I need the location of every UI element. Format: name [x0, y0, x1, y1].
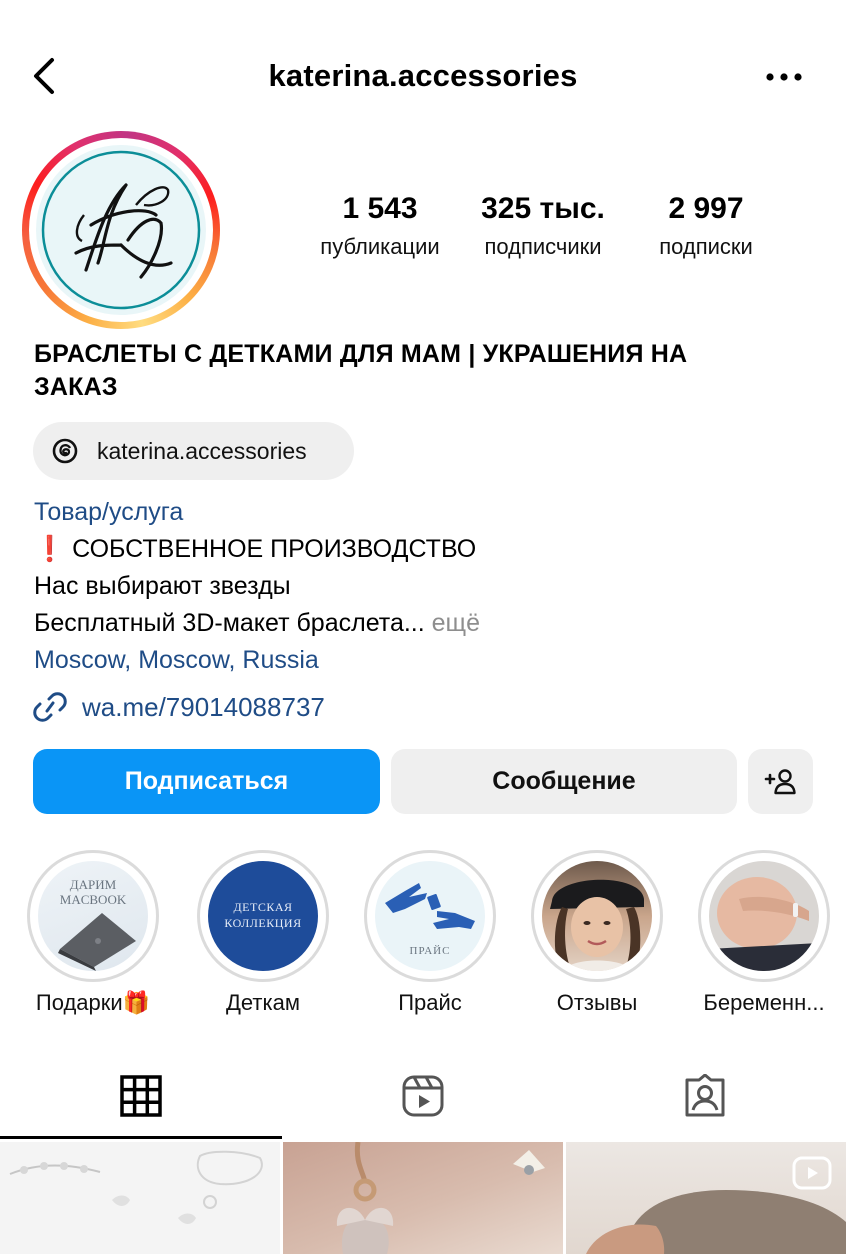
- post-thumbnail[interactable]: [0, 1142, 280, 1254]
- highlight-ring: [698, 850, 830, 982]
- grid-icon: [120, 1075, 162, 1117]
- stat-followers[interactable]: 325 тыс. подписчики: [463, 192, 623, 260]
- top-bar: katerina.accessories: [0, 0, 846, 150]
- followers-count: 325 тыс.: [481, 192, 605, 225]
- add-person-icon: [764, 768, 796, 794]
- highlight-label: Беременн...: [703, 990, 825, 1015]
- followers-label: подписчики: [484, 234, 602, 259]
- active-tab-indicator: [0, 1136, 282, 1139]
- link-icon: [33, 692, 67, 722]
- highlight-image-kids: ДЕТСКАЯ КОЛЛЕКЦИЯ: [208, 861, 318, 971]
- following-count: 2 997: [668, 192, 744, 225]
- profile-stats: 1 543 публикации 325 тыс. подписчики 2 9…: [300, 192, 786, 272]
- threads-badge[interactable]: katerina.accessories: [33, 422, 354, 480]
- profile-link-text: wa.me/79014088737: [82, 692, 325, 722]
- avatar-story-ring[interactable]: [22, 131, 220, 329]
- highlight-image-price: ПРАЙС: [375, 861, 485, 971]
- highlight-reviews[interactable]: Отзывы: [531, 850, 663, 1016]
- post-thumbnail[interactable]: [283, 1142, 563, 1254]
- threads-handle: katerina.accessories: [97, 438, 307, 464]
- ellipsis-icon[interactable]: [764, 62, 804, 92]
- tab-tagged[interactable]: [564, 1060, 846, 1140]
- add-person-button[interactable]: [748, 749, 813, 814]
- threads-icon: [52, 438, 78, 464]
- following-label: подписки: [659, 234, 753, 259]
- highlight-kids[interactable]: ДЕТСКАЯ КОЛЛЕКЦИЯ Деткам: [197, 850, 329, 1016]
- tagged-person-icon: [685, 1074, 725, 1117]
- highlight-label: Отзывы: [556, 990, 638, 1015]
- highlight-label: Деткам: [226, 990, 300, 1015]
- profile-name: БРАСЛЕТЫ С ДЕТКАМИ ДЛЯ МАМ | УКРАШЕНИЯ Н…: [34, 338, 824, 404]
- stat-posts[interactable]: 1 543 публикации: [300, 192, 460, 260]
- reels-icon: [402, 1075, 444, 1117]
- posts-grid: [0, 1142, 846, 1254]
- bio-line-2: Нас выбирают звезды: [34, 572, 291, 600]
- stat-following[interactable]: 2 997 подписки: [626, 192, 786, 260]
- profile-tabs: [0, 1060, 846, 1140]
- avatar: [36, 145, 206, 315]
- bio-more-link[interactable]: ещё: [432, 609, 480, 637]
- posts-count: 1 543: [342, 192, 418, 225]
- highlight-label: Прайс: [398, 990, 462, 1015]
- posts-label: публикации: [320, 234, 440, 259]
- profile-name-line-2: ЗАКАЗ: [34, 373, 118, 401]
- bio-line-3-text: Бесплатный 3D-макет браслета...: [34, 609, 425, 637]
- message-button[interactable]: Сообщение: [391, 749, 737, 814]
- highlight-ring: ДАРИМ MACBOOK: [27, 850, 159, 982]
- highlight-ring: ПРАЙС: [364, 850, 496, 982]
- highlight-image-reviews: [542, 861, 652, 971]
- profile-location[interactable]: Moscow, Moscow, Russia: [34, 645, 319, 675]
- highlight-price[interactable]: ПРАЙС Прайс: [364, 850, 496, 1016]
- highlight-image-macbook: ДАРИМ MACBOOK: [38, 861, 148, 971]
- profile-category: Товар/услуга: [34, 498, 184, 526]
- monogram-logo: [41, 150, 201, 310]
- profile-name-line-1: БРАСЛЕТЫ С ДЕТКАМИ ДЛЯ МАМ | УКРАШЕНИЯ Н…: [34, 340, 688, 368]
- follow-button[interactable]: Подписаться: [33, 749, 380, 814]
- tab-posts[interactable]: [0, 1060, 282, 1140]
- highlight-ring: ДЕТСКАЯ КОЛЛЕКЦИЯ: [197, 850, 329, 982]
- highlight-label: Подарки🎁: [35, 990, 151, 1015]
- bio-line-3: Бесплатный 3D-макет браслета... ещё: [34, 608, 480, 638]
- highlight-ring: [531, 850, 663, 982]
- tab-reels[interactable]: [282, 1060, 564, 1140]
- bio-line-1: ❗ СОБСТВЕННОЕ ПРОИЗВОДСТВО: [34, 535, 477, 563]
- page-title: katerina.accessories: [268, 58, 578, 93]
- post-thumbnail[interactable]: [566, 1142, 846, 1254]
- highlight-pregnancy[interactable]: Беременн...: [698, 850, 830, 1016]
- highlight-image-pregnancy: [709, 861, 819, 971]
- highlight-gifts[interactable]: ДАРИМ MACBOOK Подарки🎁: [27, 850, 159, 1016]
